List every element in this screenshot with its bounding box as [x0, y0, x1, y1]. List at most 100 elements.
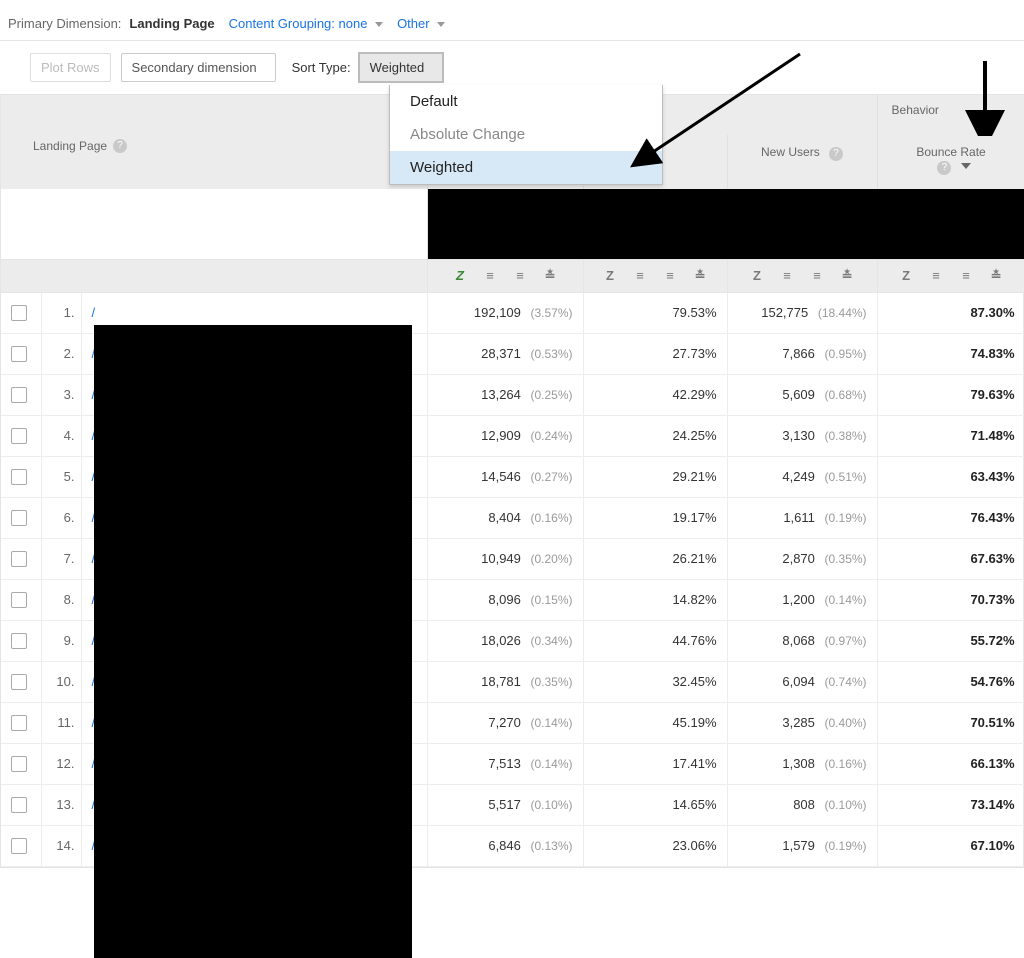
row-checkbox[interactable]	[11, 756, 27, 772]
sort-descending-icon	[961, 163, 971, 169]
z-icon: Z	[898, 268, 914, 284]
row-index: 2.	[41, 333, 81, 374]
row-checkbox[interactable]	[11, 633, 27, 649]
row-mid-pct: 26.21%	[583, 538, 727, 579]
chart-icon: ≛	[542, 268, 558, 284]
row-new-users: 7,866 (0.95%)	[727, 333, 877, 374]
row-index: 8.	[41, 579, 81, 620]
chart-icon: ≡	[482, 268, 498, 284]
sort-type-dropdown: Default Absolute Change Weighted	[389, 85, 663, 185]
row-checkbox[interactable]	[11, 797, 27, 813]
row-bounce-rate: 73.14%	[877, 784, 1024, 825]
row-index: 12.	[41, 743, 81, 784]
row-sessions: 18,026 (0.34%)	[427, 620, 583, 661]
row-checkbox[interactable]	[11, 346, 27, 362]
row-sessions: 8,096 (0.15%)	[427, 579, 583, 620]
row-sessions: 18,781 (0.35%)	[427, 661, 583, 702]
row-new-users: 4,249 (0.51%)	[727, 456, 877, 497]
row-checkbox[interactable]	[11, 428, 27, 444]
row-sessions: 6,846 (0.13%)	[427, 825, 583, 866]
row-bounce-rate: 79.63%	[877, 374, 1024, 415]
row-bounce-rate: 74.83%	[877, 333, 1024, 374]
chevron-down-icon	[375, 22, 383, 27]
row-index: 5.	[41, 456, 81, 497]
row-sessions: 7,270 (0.14%)	[427, 702, 583, 743]
row-new-users: 1,611 (0.19%)	[727, 497, 877, 538]
row-index: 1.	[41, 292, 81, 333]
chart-icon: ≛	[839, 268, 855, 284]
row-checkbox[interactable]	[11, 551, 27, 567]
row-checkbox[interactable]	[11, 387, 27, 403]
column-bounce-rate[interactable]: Bounce Rate ?	[877, 135, 1024, 189]
row-mid-pct: 24.25%	[583, 415, 727, 456]
primary-dimension-value[interactable]: Landing Page	[129, 16, 214, 31]
row-new-users: 1,308 (0.16%)	[727, 743, 877, 784]
row-bounce-rate: 70.51%	[877, 702, 1024, 743]
column-new-users[interactable]: New Users ?	[727, 135, 877, 189]
secondary-dimension-button[interactable]: Secondary dimension	[121, 53, 276, 82]
row-mid-pct: 19.17%	[583, 497, 727, 538]
row-mid-pct: 44.76%	[583, 620, 727, 661]
row-mid-pct: 27.73%	[583, 333, 727, 374]
sort-type-button[interactable]: Weighted	[359, 53, 444, 82]
row-index: 11.	[41, 702, 81, 743]
row-sessions: 28,371 (0.53%)	[427, 333, 583, 374]
column-view-mid[interactable]: Z≡≡≛	[583, 259, 727, 292]
row-bounce-rate: 63.43%	[877, 456, 1024, 497]
chart-icon: ≡	[779, 268, 795, 284]
redaction-block	[94, 325, 412, 958]
sort-type-label: Sort Type:	[292, 60, 351, 75]
row-bounce-rate: 76.43%	[877, 497, 1024, 538]
row-checkbox[interactable]	[11, 469, 27, 485]
row-checkbox[interactable]	[11, 510, 27, 526]
row-sessions: 7,513 (0.14%)	[427, 743, 583, 784]
row-new-users: 3,285 (0.40%)	[727, 702, 877, 743]
row-checkbox[interactable]	[11, 592, 27, 608]
row-mid-pct: 23.06%	[583, 825, 727, 866]
row-sessions: 14,546 (0.27%)	[427, 456, 583, 497]
row-mid-pct: 45.19%	[583, 702, 727, 743]
sort-option-weighted[interactable]: Weighted	[390, 151, 662, 184]
row-mid-pct: 14.65%	[583, 784, 727, 825]
row-checkbox[interactable]	[11, 674, 27, 690]
row-bounce-rate: 55.72%	[877, 620, 1024, 661]
other-dimension-link[interactable]: Other	[397, 16, 445, 31]
row-index: 14.	[41, 825, 81, 866]
row-new-users: 6,094 (0.74%)	[727, 661, 877, 702]
help-icon[interactable]: ?	[113, 139, 127, 153]
primary-dimension-bar: Primary Dimension: Landing Page Content …	[0, 0, 1024, 41]
chart-icon: ≡	[512, 268, 528, 284]
help-icon[interactable]: ?	[829, 147, 843, 161]
row-sessions: 5,517 (0.10%)	[427, 784, 583, 825]
row-new-users: 8,068 (0.97%)	[727, 620, 877, 661]
row-index: 6.	[41, 497, 81, 538]
sort-option-absolute-change[interactable]: Absolute Change	[390, 118, 662, 151]
column-landing-page[interactable]: Landing Page	[33, 139, 107, 153]
column-view-bounce[interactable]: Z≡≡≛	[877, 259, 1024, 292]
sort-option-default[interactable]: Default	[390, 85, 662, 118]
row-checkbox[interactable]	[11, 715, 27, 731]
row-sessions: 192,109 (3.57%)	[427, 292, 583, 333]
column-view-sessions[interactable]: Z ≡ ≡ ≛	[427, 259, 583, 292]
row-bounce-rate: 67.10%	[877, 825, 1024, 866]
z-icon: Z	[452, 268, 468, 284]
primary-dimension-label: Primary Dimension:	[8, 16, 121, 31]
row-checkbox[interactable]	[11, 838, 27, 854]
row-bounce-rate: 67.63%	[877, 538, 1024, 579]
row-new-users: 808 (0.10%)	[727, 784, 877, 825]
row-mid-pct: 17.41%	[583, 743, 727, 784]
row-bounce-rate: 54.76%	[877, 661, 1024, 702]
row-new-users: 2,870 (0.35%)	[727, 538, 877, 579]
row-new-users: 1,200 (0.14%)	[727, 579, 877, 620]
column-view-newusers[interactable]: Z≡≡≛	[727, 259, 877, 292]
row-bounce-rate: 71.48%	[877, 415, 1024, 456]
help-icon[interactable]: ?	[937, 161, 951, 175]
row-sessions: 8,404 (0.16%)	[427, 497, 583, 538]
redaction-band	[428, 189, 1024, 259]
row-bounce-rate: 87.30%	[877, 292, 1024, 333]
content-grouping-link[interactable]: Content Grouping: none	[229, 16, 383, 31]
row-mid-pct: 32.45%	[583, 661, 727, 702]
row-index: 7.	[41, 538, 81, 579]
plot-rows-button[interactable]: Plot Rows	[30, 53, 111, 82]
row-checkbox[interactable]	[11, 305, 27, 321]
